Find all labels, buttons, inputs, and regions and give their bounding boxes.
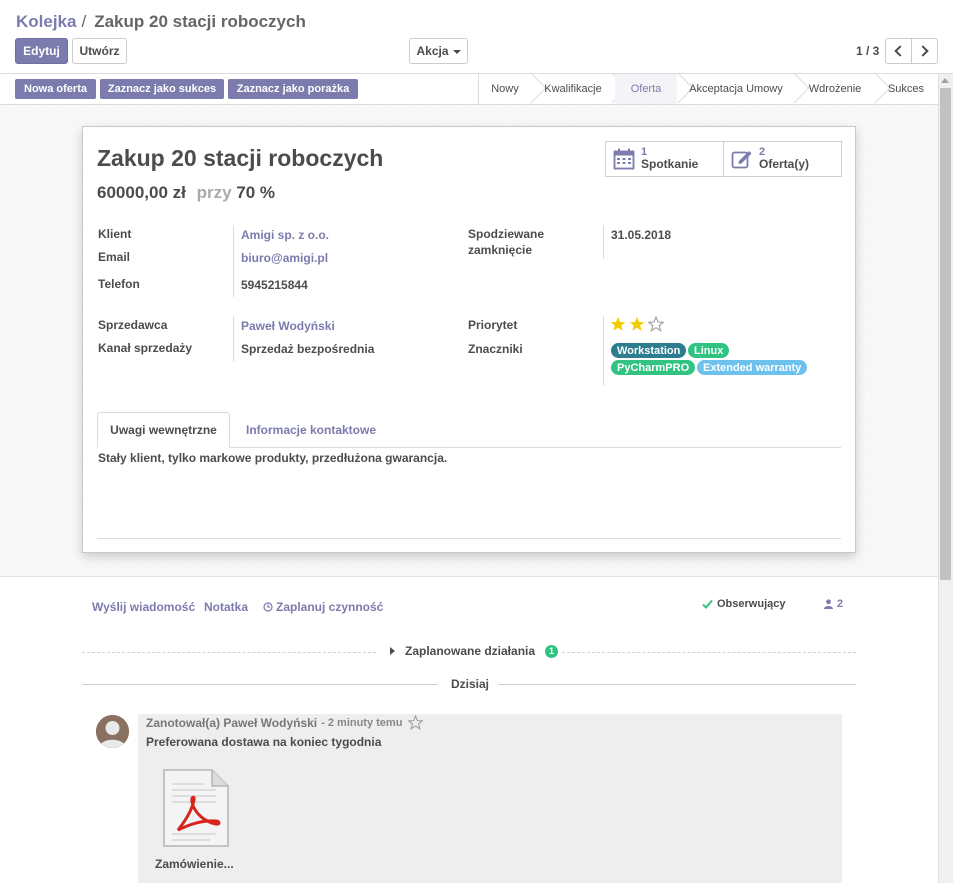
- customer-label: Klient: [98, 227, 132, 241]
- expected-revenue: 60000,00 zł: [97, 183, 186, 202]
- action-dropdown-label: Akcja: [416, 44, 449, 58]
- sales-channel-label: Kanał sprzedaży: [98, 341, 193, 355]
- notebook-tabs: Uwagi wewnętrzne Informacje kontaktowe: [97, 412, 841, 448]
- email-link[interactable]: biuro@amigi.pl: [241, 251, 328, 265]
- action-dropdown[interactable]: Akcja: [409, 38, 468, 64]
- create-button[interactable]: Utwórz: [72, 38, 127, 64]
- attachment-thumbnail[interactable]: [160, 766, 232, 850]
- customer-link[interactable]: Amigi sp. z o.o.: [241, 228, 329, 242]
- breadcrumb: Kolejka / Zakup 20 stacji roboczych: [16, 12, 306, 32]
- message-bubble: Zanotował(a) Paweł Wodyński - 2 minuty t…: [138, 714, 842, 883]
- message-author[interactable]: Zanotował(a) Paweł Wodyński: [146, 716, 317, 730]
- form-sheet: Zakup 20 stacji roboczych 60000,00 zł pr…: [82, 126, 856, 553]
- today-label: Dzisiaj: [451, 677, 490, 691]
- tag-workstation[interactable]: Workstation: [611, 343, 687, 358]
- phone-value[interactable]: 5945215844: [241, 278, 308, 292]
- pdf-file-icon: [163, 769, 229, 847]
- pager-next-button[interactable]: [911, 38, 938, 64]
- tab-contact-information[interactable]: Informacje kontaktowe: [237, 412, 385, 448]
- status-bar: Nowa oferta Zaznacz jako sukces Zaznacz …: [0, 72, 938, 105]
- avatar[interactable]: [96, 715, 129, 748]
- opportunity-title: Zakup 20 stacji roboczych: [97, 145, 384, 171]
- star-empty-icon[interactable]: [408, 715, 424, 730]
- field-separator: [603, 316, 604, 386]
- meeting-smart-button[interactable]: 1 Spotkanie: [605, 141, 724, 177]
- internal-notes-text[interactable]: Stały klient, tylko markowe produkty, pr…: [98, 451, 447, 465]
- priority-label: Priorytet: [468, 318, 518, 332]
- expected-closing-label-line1: Spodziewane: [468, 227, 545, 241]
- breadcrumb-parent-link[interactable]: Kolejka: [16, 12, 76, 32]
- breadcrumb-current: Zakup 20 stacji roboczych: [94, 12, 306, 31]
- followers-button[interactable]: 2: [824, 598, 843, 610]
- quotations-smart-button[interactable]: 2 Oferta(y): [723, 141, 842, 177]
- priority-stars: [610, 316, 664, 332]
- planned-activities-toggle[interactable]: Zaplanowane działania 1: [386, 644, 563, 658]
- edit-icon: [731, 151, 752, 169]
- tags-label: Znaczniki: [468, 342, 523, 356]
- chevron-left-icon: [894, 45, 906, 57]
- following-toggle[interactable]: Obserwujący: [702, 598, 785, 610]
- schedule-activity-label: Zaplanuj czynność: [276, 600, 384, 614]
- meeting-label: Spotkanie: [641, 157, 699, 171]
- field-separator: [233, 225, 234, 297]
- log-note-link[interactable]: Notatka: [204, 600, 248, 614]
- breadcrumb-separator: /: [81, 12, 87, 31]
- following-label: Obserwujący: [717, 598, 786, 610]
- new-quotation-button[interactable]: Nowa oferta: [15, 79, 96, 99]
- probability: 70 %: [236, 183, 276, 202]
- email-label: Email: [98, 250, 131, 264]
- chevron-right-icon: [917, 45, 929, 57]
- stage-won[interactable]: Sukces: [877, 74, 935, 104]
- planned-divider-left: [82, 652, 376, 653]
- field-separator: [233, 316, 234, 362]
- planned-divider-right: [562, 652, 856, 653]
- star-filled-icon[interactable]: [610, 316, 626, 332]
- edit-button[interactable]: Edytuj: [15, 38, 68, 64]
- caret-down-icon: [452, 50, 461, 54]
- planned-activities-badge: 1: [545, 644, 559, 658]
- check-icon: [702, 599, 713, 609]
- expected-closing-label-line2: zamknięcie: [468, 243, 533, 257]
- user-avatar-icon: [96, 715, 129, 748]
- control-panel: Kolejka / Zakup 20 stacji roboczych Edyt…: [0, 0, 953, 74]
- tag-extended-warranty[interactable]: Extended warranty: [697, 360, 808, 375]
- send-message-link[interactable]: Wyślij wiadomość: [92, 600, 195, 614]
- scroll-up-icon[interactable]: [941, 78, 949, 83]
- tab-internal-notes[interactable]: Uwagi wewnętrzne: [97, 412, 230, 448]
- calendar-icon: [613, 148, 635, 170]
- salesperson-label: Sprzedawca: [98, 318, 168, 332]
- today-divider-right: [498, 684, 856, 685]
- today-divider-left: [82, 684, 438, 685]
- tag-linux[interactable]: Linux: [688, 343, 730, 358]
- notes-bottom-divider: [97, 538, 841, 539]
- clock-icon: [263, 602, 273, 612]
- stage-pipeline: Nowy Kwalifikacje Oferta Akceptacja Umow…: [478, 72, 924, 104]
- followers-count: 2: [837, 598, 844, 610]
- scrollbar-thumb[interactable]: [940, 88, 951, 580]
- star-empty-icon[interactable]: [648, 316, 664, 332]
- mark-won-button[interactable]: Zaznacz jako sukces: [100, 79, 224, 99]
- user-icon: [824, 599, 833, 609]
- message-header: Zanotował(a) Paweł Wodyński - 2 minuty t…: [146, 715, 424, 730]
- attachment-name[interactable]: Zamówienie...: [155, 857, 234, 871]
- expected-closing-value[interactable]: 31.05.2018: [611, 228, 671, 242]
- pager-previous-button[interactable]: [885, 38, 912, 64]
- schedule-activity-link[interactable]: Zaplanuj czynność: [263, 600, 383, 614]
- at-word: przy: [196, 183, 232, 202]
- stage-contract-acceptance[interactable]: Akceptacja Umowy: [681, 74, 791, 104]
- planned-activities-label: Zaplanowane działania: [405, 644, 536, 658]
- tag-pycharmpro[interactable]: PyCharmPRO: [611, 360, 696, 375]
- expected-revenue-line: 60000,00 zł przy 70 %: [97, 183, 275, 203]
- mark-lost-button[interactable]: Zaznacz jako porażka: [228, 79, 358, 99]
- message-time: - 2 minuty temu: [321, 716, 403, 729]
- pager-value[interactable]: 1 / 3: [856, 44, 879, 58]
- field-separator: [603, 225, 604, 259]
- phone-label: Telefon: [98, 277, 140, 291]
- sales-channel-value[interactable]: Sprzedaż bezpośrednia: [241, 342, 374, 356]
- star-filled-icon[interactable]: [629, 316, 645, 332]
- salesperson-link[interactable]: Paweł Wodyński: [241, 319, 335, 333]
- caret-right-icon: [390, 647, 395, 655]
- quotations-label: Oferta(y): [759, 157, 810, 171]
- message-body: Preferowana dostawa na koniec tygodnia: [146, 735, 382, 749]
